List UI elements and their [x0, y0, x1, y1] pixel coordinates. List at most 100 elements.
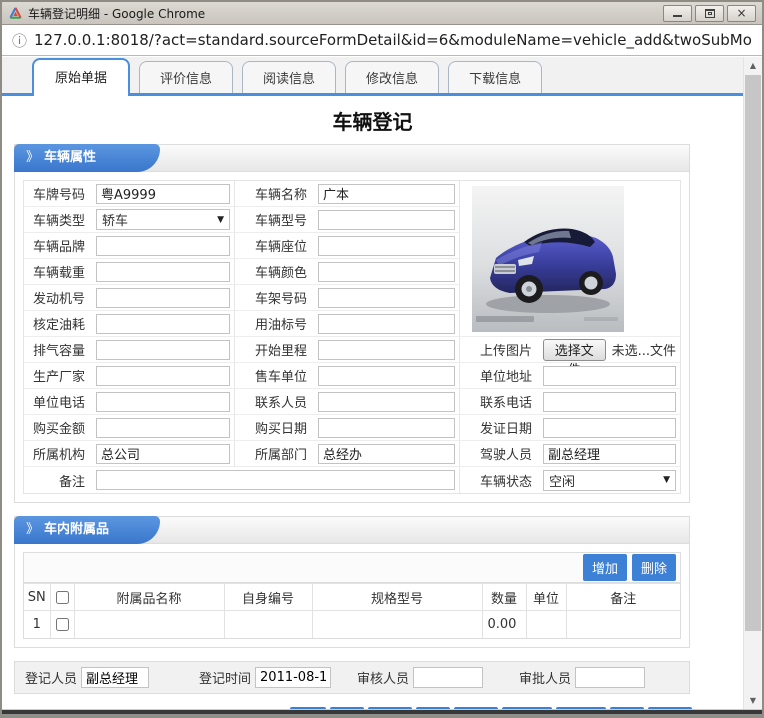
engine-no-input[interactable]: [96, 288, 230, 308]
vehicle-name-label: 车辆名称: [234, 181, 314, 207]
department-input[interactable]: [318, 444, 455, 464]
seller-address-input[interactable]: [543, 366, 676, 386]
fuel-grade-label: 用油标号: [234, 311, 314, 337]
vehicle-form: 车牌号码 车辆名称: [23, 180, 681, 494]
contact-person-input[interactable]: [318, 392, 455, 412]
section-header: 》车内附属品: [15, 517, 689, 544]
vehicle-status-label: 车辆状态: [459, 467, 539, 493]
color-label: 车辆颜色: [234, 259, 314, 285]
section-ribbon: 》车内附属品: [14, 516, 132, 544]
table-row: 1 0.00: [24, 611, 680, 638]
cell-quantity[interactable]: 0.00: [482, 611, 526, 638]
scroll-up-icon[interactable]: ▲: [744, 57, 762, 74]
purchase-date-input[interactable]: [318, 418, 455, 438]
page-info-icon[interactable]: ⓘ: [12, 30, 27, 51]
organization-input[interactable]: [96, 444, 230, 464]
vehicle-attributes-panel: 》车辆属性 车牌号码 车辆名称: [14, 144, 690, 503]
vehicle-type-select[interactable]: 轿车 ▼: [96, 209, 230, 230]
register-person-input[interactable]: [81, 667, 149, 688]
seller-phone-input[interactable]: [96, 392, 230, 412]
approver-input[interactable]: [575, 667, 645, 688]
seller-input[interactable]: [318, 366, 455, 386]
url-text[interactable]: 127.0.0.1:8018/?act=standard.sourceFormD…: [34, 31, 752, 49]
manufacturer-input[interactable]: [96, 366, 230, 386]
brand-input[interactable]: [96, 236, 230, 256]
tab-bar: 原始单据 评价信息 阅读信息 修改信息 下载信息: [2, 57, 743, 96]
vehicle-model-label: 车辆型号: [234, 207, 314, 233]
vehicle-photo: [472, 186, 624, 332]
frame-no-label: 车架号码: [234, 285, 314, 311]
address-bar[interactable]: ⓘ 127.0.0.1:8018/?act=standard.sourceFor…: [2, 25, 762, 56]
department-label: 所属部门: [234, 441, 314, 467]
accessories-table: SN 附属品名称 自身编号 规格型号 数量 单位 备注 1: [24, 583, 680, 638]
col-own-code: 自身编号: [224, 584, 312, 611]
scroll-down-icon[interactable]: ▼: [744, 692, 762, 709]
contact-phone-input[interactable]: [543, 392, 676, 412]
cell-remark[interactable]: [566, 611, 680, 638]
file-status-text: 未选...文件: [612, 340, 676, 359]
choose-file-button[interactable]: 选择文件: [543, 339, 606, 361]
reviewer-label: 审核人员: [357, 668, 409, 687]
minimize-button[interactable]: [663, 5, 692, 22]
plate-input[interactable]: [96, 184, 230, 204]
close-button[interactable]: ×: [727, 5, 756, 22]
brand-label: 车辆品牌: [24, 233, 92, 259]
section-ribbon: 》车辆属性: [14, 144, 132, 172]
col-unit: 单位: [526, 584, 566, 611]
fuel-rate-input[interactable]: [96, 314, 230, 334]
remark-input[interactable]: [96, 470, 455, 490]
window-title: 车辆登记明细 - Google Chrome: [28, 5, 663, 22]
page-title: 车辆登记: [2, 106, 743, 135]
add-row-button[interactable]: 增加: [583, 554, 627, 581]
displacement-input[interactable]: [96, 340, 230, 360]
load-input[interactable]: [96, 262, 230, 282]
cell-sn: 1: [24, 611, 50, 638]
audit-footer: 登记人员 登记时间 审核人员 审批人员: [14, 661, 690, 694]
cell-accessory-name[interactable]: [74, 611, 224, 638]
section-header: 》车辆属性: [15, 145, 689, 172]
cell-own-code[interactable]: [224, 611, 312, 638]
register-time-label: 登记时间: [199, 668, 251, 687]
seats-label: 车辆座位: [234, 233, 314, 259]
vehicle-model-input[interactable]: [318, 210, 455, 230]
register-time-input[interactable]: [255, 667, 331, 688]
start-mileage-input[interactable]: [318, 340, 455, 360]
cell-spec-model[interactable]: [312, 611, 482, 638]
driver-input[interactable]: [543, 444, 676, 464]
select-all-checkbox[interactable]: [56, 591, 69, 604]
vertical-scrollbar[interactable]: ▲ ▼: [743, 57, 762, 709]
section-title: 车辆属性: [44, 150, 96, 165]
tab-evaluation-info[interactable]: 评价信息: [139, 61, 233, 93]
reviewer-input[interactable]: [413, 667, 483, 688]
vehicle-status-select[interactable]: 空闲 ▼: [543, 470, 676, 491]
close-icon: ×: [736, 7, 746, 19]
tab-modification-info[interactable]: 修改信息: [345, 61, 439, 93]
delete-row-button[interactable]: 删除: [632, 554, 676, 581]
color-input[interactable]: [318, 262, 455, 282]
frame-no-input[interactable]: [318, 288, 455, 308]
plate-label: 车牌号码: [24, 181, 92, 207]
maximize-button[interactable]: [695, 5, 724, 22]
section-title: 车内附属品: [44, 522, 109, 537]
section-arrow-icon: 》: [26, 522, 39, 537]
row-checkbox[interactable]: [56, 618, 69, 631]
browser-window: 车辆登记明细 - Google Chrome × ⓘ 127.0.0.1:801…: [0, 0, 764, 718]
start-mileage-label: 开始里程: [234, 337, 314, 363]
page-viewport: 原始单据 评价信息 阅读信息 修改信息 下载信息 车辆登记 》车辆属性 车牌号码: [2, 57, 762, 709]
tab-original-document[interactable]: 原始单据: [32, 58, 130, 96]
table-header-row: SN 附属品名称 自身编号 规格型号 数量 单位 备注: [24, 584, 680, 611]
cell-unit[interactable]: [526, 611, 566, 638]
minimize-icon: [673, 14, 682, 17]
fuel-grade-input[interactable]: [318, 314, 455, 334]
scrollbar-thumb[interactable]: [745, 75, 761, 631]
purchase-date-label: 购买日期: [234, 415, 314, 441]
seats-input[interactable]: [318, 236, 455, 256]
vehicle-photo-cell: [459, 181, 680, 337]
vehicle-name-input[interactable]: [318, 184, 455, 204]
purchase-amount-input[interactable]: [96, 418, 230, 438]
tab-download-info[interactable]: 下载信息: [448, 61, 542, 93]
maximize-icon: [705, 9, 715, 18]
license-date-input[interactable]: [543, 418, 676, 438]
chevron-down-icon: ▼: [217, 215, 224, 225]
tab-reading-info[interactable]: 阅读信息: [242, 61, 336, 93]
